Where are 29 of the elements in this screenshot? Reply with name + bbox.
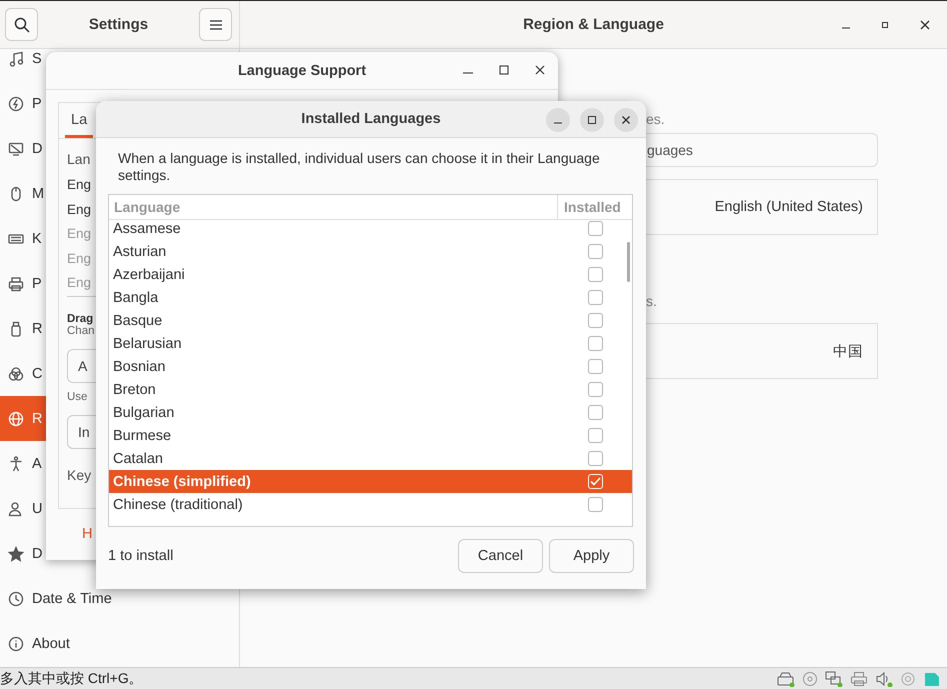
language-name: Burmese [112, 428, 172, 444]
window-title: Language Support [238, 62, 366, 78]
language-name: Assamese [112, 220, 182, 236]
language-name: Chinese (traditional) [112, 496, 244, 512]
language-name: Chinese (simplified) [112, 474, 252, 490]
description-text: Chan [67, 324, 94, 336]
description-text: When a language is installed, individual users can choose it in their Language settings. [118, 150, 601, 184]
description-text: es. [646, 111, 666, 129]
language-name: Breton [112, 382, 157, 398]
sidebar-title: Settings [88, 16, 148, 33]
page-title: Region & Language [523, 16, 664, 33]
dialog-title: Installed Languages [301, 111, 441, 127]
setting-value: English (United States) [714, 199, 863, 215]
description-text: s. [646, 293, 658, 311]
language-name: Azerbaijani [112, 266, 186, 282]
language-name: Belarusian [112, 336, 183, 352]
status-text: 1 to install [108, 548, 174, 564]
language-name: Basque [112, 312, 164, 328]
language-name: Bulgarian [112, 404, 176, 420]
description-text: Use [67, 390, 88, 402]
language-name: Asturian [112, 244, 168, 260]
language-name: Bangla [112, 290, 160, 306]
section-label: Lan [67, 151, 90, 169]
language-name: Bosnian [112, 358, 166, 374]
setting-value: 中国 [833, 342, 863, 360]
section-label: Drag [67, 312, 94, 324]
language-name: Catalan [112, 450, 164, 466]
hint-text: 多入其中或按 Ctrl+G。 [0, 670, 143, 688]
field-label: Key [67, 466, 92, 482]
